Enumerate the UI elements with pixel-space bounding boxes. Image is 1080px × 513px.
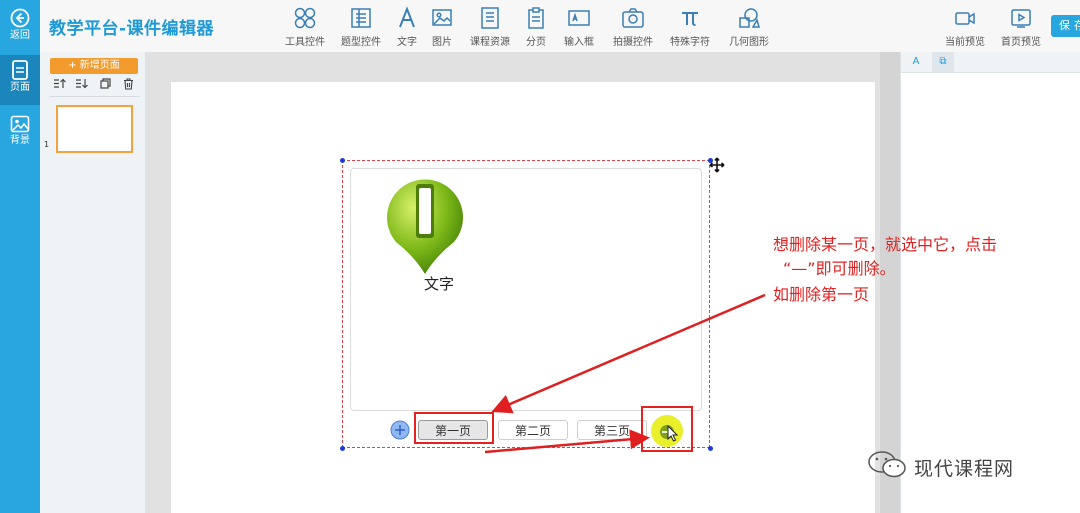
special-char-label: 特殊字符 [670, 37, 710, 48]
page-thumbnail[interactable] [56, 105, 133, 153]
properties-panel: A ⧉ [900, 52, 1080, 513]
preview-current-button[interactable]: 当前预览 [940, 6, 990, 48]
text-tool-label: 文字 [397, 37, 417, 48]
tab-layer-props[interactable]: ⧉ [932, 52, 954, 72]
tool-control-icon [294, 7, 316, 29]
question-type-button[interactable]: 题型控件 [336, 6, 386, 48]
watermark-text: 现代课程网 [914, 458, 1015, 480]
move-cursor-icon[interactable] [709, 157, 725, 173]
question-type-label: 题型控件 [341, 37, 381, 48]
tab-page-3[interactable]: 第三页 [577, 420, 647, 440]
page-panel: + 新增页面 1 [40, 52, 146, 513]
highlight-remove-button [641, 406, 693, 452]
move-up-icon[interactable] [52, 78, 66, 92]
map-pin-icon [387, 179, 463, 274]
geometry-icon [739, 8, 760, 28]
geometry-button[interactable]: 几何图形 [723, 6, 775, 48]
page-icon [12, 60, 28, 80]
pagination-label: 分页 [526, 37, 546, 48]
back-arrow-icon [10, 8, 30, 28]
annotation-line-1: 想删除某一页，就选中它，点击 [773, 235, 998, 254]
page-thumb-number: 1 [44, 140, 50, 149]
add-tab-icon[interactable] [390, 420, 410, 440]
wechat-logo-icon [868, 451, 906, 478]
image-tool-label: 图片 [432, 37, 452, 48]
tool-control-button[interactable]: 工具控件 [280, 6, 330, 48]
course-resource-icon [481, 7, 499, 29]
camera-icon [622, 8, 644, 28]
back-button[interactable]: 返回 [0, 8, 40, 41]
video-camera-icon [955, 12, 975, 25]
annotation-line-2: “—”即可删除。 [783, 259, 896, 278]
input-box-label: 输入框 [564, 37, 594, 48]
tab-page-2[interactable]: 第二页 [498, 420, 568, 440]
special-char-button[interactable]: 特殊字符 [664, 6, 716, 48]
page-label: 页面 [10, 82, 30, 93]
tool-control-label: 工具控件 [285, 37, 325, 48]
rail-item-background[interactable]: 背景 [0, 115, 40, 146]
copy-page-icon[interactable] [98, 78, 112, 92]
pin-label: 文字 [424, 275, 455, 293]
text-tool-button[interactable]: 文字 [392, 6, 422, 48]
preview-current-label: 当前预览 [945, 37, 985, 48]
back-label: 返回 [10, 30, 30, 41]
course-resource-button[interactable]: 课程资源 [464, 6, 516, 48]
pagination-icon [528, 7, 544, 29]
play-screen-icon [1011, 9, 1031, 28]
geometry-label: 几何图形 [729, 37, 769, 48]
resize-handle-br[interactable] [708, 446, 713, 451]
left-rail: 返回 页面 背景 [0, 0, 40, 513]
resize-handle-tl[interactable] [340, 158, 345, 163]
add-page-button[interactable]: + 新增页面 [50, 58, 138, 74]
camera-control-button[interactable]: 拍摄控件 [607, 6, 659, 48]
annotation-line-3: 如删除第一页 [773, 285, 870, 304]
preview-first-label: 首页预览 [1001, 37, 1041, 48]
background-label: 背景 [10, 135, 30, 146]
pagination-button[interactable]: 分页 [521, 6, 551, 48]
tab-text-props[interactable]: A [905, 52, 927, 72]
image-icon [432, 9, 452, 26]
resize-handle-bl[interactable] [340, 446, 345, 451]
image-tool-button[interactable]: 图片 [427, 6, 457, 48]
input-box-button[interactable]: 输入框 [558, 6, 600, 48]
vertical-scrollbar[interactable] [880, 52, 900, 513]
question-type-icon [351, 8, 371, 28]
highlight-first-tab [414, 412, 494, 444]
rail-item-page[interactable]: 页面 [0, 55, 40, 105]
app-title: 教学平台-课件编辑器 [49, 19, 215, 39]
move-down-icon[interactable] [74, 78, 88, 92]
camera-control-label: 拍摄控件 [613, 37, 653, 48]
preview-first-button[interactable]: 首页预览 [996, 6, 1046, 48]
input-box-icon [568, 10, 590, 26]
pi-icon [682, 12, 698, 26]
divider [50, 96, 140, 97]
text-icon [399, 6, 415, 28]
background-image-icon [10, 115, 30, 133]
course-resource-label: 课程资源 [470, 37, 510, 48]
delete-page-icon[interactable] [121, 78, 135, 92]
save-button[interactable]: 保存 [1051, 15, 1080, 37]
properties-tabs: A ⧉ [901, 52, 1080, 73]
top-toolbar: 教学平台-课件编辑器 工具控件 题型控件 文字 图片 课程资源 分页 输入框 拍… [40, 0, 1080, 53]
